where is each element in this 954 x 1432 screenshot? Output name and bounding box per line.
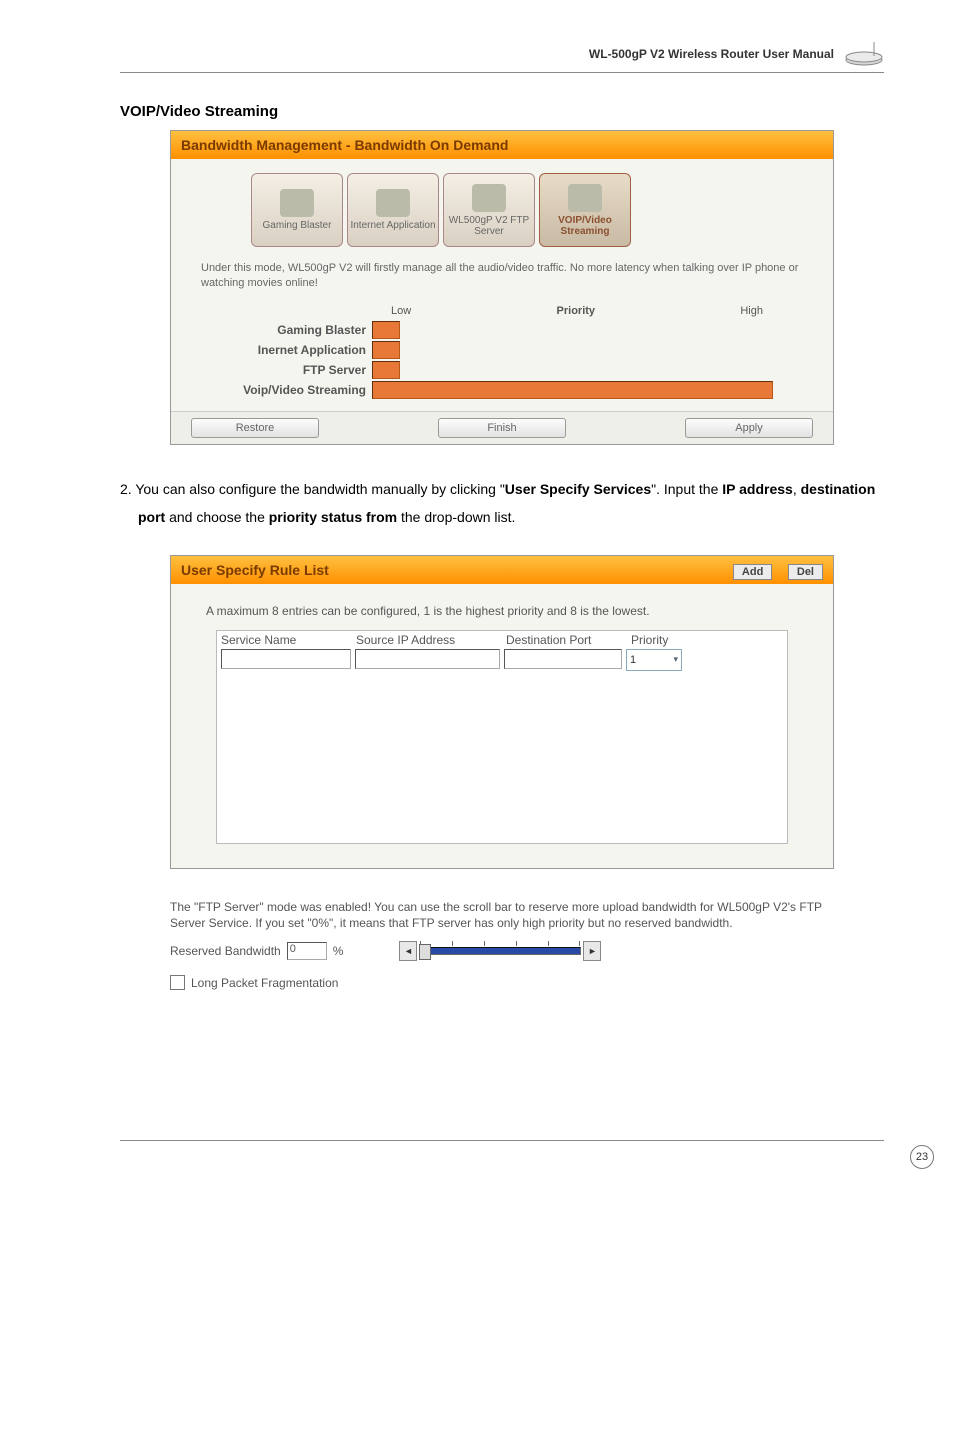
percent-label: % xyxy=(333,944,344,958)
priority-header-label: Priority xyxy=(557,305,596,317)
slider-right-button[interactable]: ► xyxy=(583,941,601,961)
rule-table: Service Name Source IP Address Destinati… xyxy=(216,630,788,844)
panel1-title-bar: Bandwidth Management - Bandwidth On Dema… xyxy=(171,131,833,159)
rule-note: A maximum 8 entries can be configured, 1… xyxy=(206,604,798,618)
col-service-name: Service Name xyxy=(221,633,356,647)
mode-gaming-blaster[interactable]: Gaming Blaster xyxy=(251,173,343,247)
slider-thumb[interactable] xyxy=(419,944,431,960)
download-icon xyxy=(376,189,410,217)
service-name-input[interactable] xyxy=(221,649,351,669)
user-specify-rule-panel: User Specify Rule List Add Del A maximum… xyxy=(170,555,834,869)
priority-select[interactable]: 1 ▾ xyxy=(626,649,682,671)
bandwidth-on-demand-panel: Bandwidth Management - Bandwidth On Dema… xyxy=(170,130,834,445)
del-button[interactable]: Del xyxy=(788,564,823,580)
page-footer: 23 xyxy=(120,1140,884,1171)
destination-port-input[interactable] xyxy=(504,649,622,669)
ftp-description: The "FTP Server" mode was enabled! You c… xyxy=(170,899,834,931)
priority-bar-gaming xyxy=(372,321,400,339)
add-button[interactable]: Add xyxy=(733,564,772,580)
slider-left-button[interactable]: ◄ xyxy=(399,941,417,961)
server-icon xyxy=(472,184,506,212)
apply-button[interactable]: Apply xyxy=(685,418,813,438)
router-icon xyxy=(844,40,884,68)
chevron-down-icon: ▾ xyxy=(673,654,678,665)
reserved-bandwidth-label: Reserved Bandwidth xyxy=(170,944,281,958)
reserved-bandwidth-input[interactable]: 0 xyxy=(287,942,327,960)
mode-voip-video-streaming[interactable]: VOIP/Video Streaming xyxy=(539,173,631,247)
mode-selector-row: Gaming Blaster Internet Application WL50… xyxy=(171,159,833,257)
finish-button[interactable]: Finish xyxy=(438,418,566,438)
media-icon xyxy=(568,184,602,212)
mode-internet-application[interactable]: Internet Application xyxy=(347,173,439,247)
priority-low-label: Low xyxy=(391,305,411,317)
restore-button[interactable]: Restore xyxy=(191,418,319,438)
ftp-reserved-bandwidth-block: The "FTP Server" mode was enabled! You c… xyxy=(170,899,834,990)
priority-high-label: High xyxy=(740,305,763,317)
priority-row-voip: Voip/Video Streaming xyxy=(201,381,803,399)
col-priority: Priority xyxy=(631,633,691,647)
priority-row-gaming: Gaming Blaster xyxy=(201,321,803,339)
panel1-button-row: Restore Finish Apply xyxy=(171,411,833,444)
page-number: 23 xyxy=(910,1145,934,1169)
priority-bar-voip xyxy=(372,381,773,399)
page-header: WL-500gP V2 Wireless Router User Manual xyxy=(120,40,884,73)
priority-bar-ftp xyxy=(372,361,400,379)
mode-description: Under this mode, WL500gP V2 will firstly… xyxy=(171,257,833,299)
col-destination-port: Destination Port xyxy=(506,633,631,647)
long-packet-fragmentation-checkbox[interactable] xyxy=(170,975,185,990)
priority-section: Low Priority High Gaming Blaster Inernet… xyxy=(171,299,833,411)
priority-row-ftp: FTP Server xyxy=(201,361,803,379)
slider-track[interactable] xyxy=(419,947,581,955)
manual-title: WL-500gP V2 Wireless Router User Manual xyxy=(589,47,834,61)
gamepad-icon xyxy=(280,189,314,217)
section-title: VOIP/Video Streaming xyxy=(120,103,884,120)
panel2-title: User Specify Rule List xyxy=(181,562,329,578)
source-ip-input[interactable] xyxy=(355,649,500,669)
priority-bar-internet xyxy=(372,341,400,359)
panel1-title: Bandwidth Management - Bandwidth On Dema… xyxy=(181,137,508,153)
priority-row-internet: Inernet Application xyxy=(201,341,803,359)
long-packet-fragmentation-label: Long Packet Fragmentation xyxy=(191,976,338,990)
panel2-title-bar: User Specify Rule List Add Del xyxy=(171,556,833,584)
reserved-bandwidth-slider[interactable]: ◄ ► xyxy=(399,941,601,961)
col-source-ip: Source IP Address xyxy=(356,633,506,647)
mode-ftp-server[interactable]: WL500gP V2 FTP Server xyxy=(443,173,535,247)
step-2-text: 2. You can also configure the bandwidth … xyxy=(120,475,884,531)
